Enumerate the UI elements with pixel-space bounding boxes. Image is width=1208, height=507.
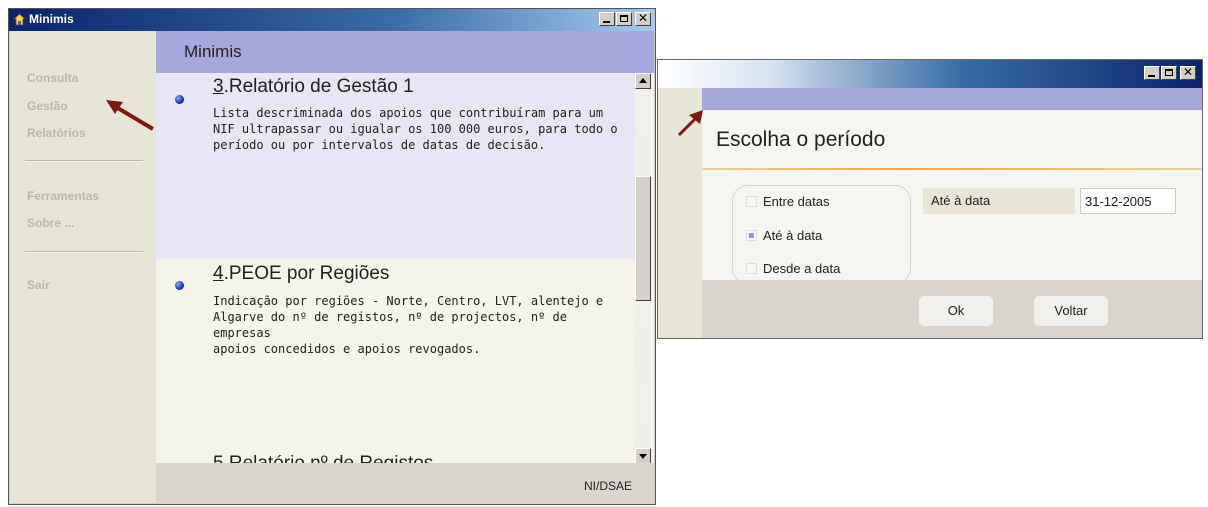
date-field-label: Até à data [923,188,1075,214]
maximize-button[interactable] [616,12,632,26]
report-item[interactable]: 3.Relatório de Gestão 1 Lista descrimina… [156,73,635,259]
period-dialog: ✕ Escolha o período Entre datas Até à da… [657,59,1203,339]
dialog-header-strip [702,88,1202,110]
annotation-arrow-icon [677,110,703,137]
sidebar-item-sobre[interactable]: Sobre ... [27,216,74,230]
report-item[interactable]: 4.PEOE por Regiões Indicação por regiões… [156,259,635,439]
report-item[interactable]: 5 Relatório nº de Registos [156,439,635,464]
close-button[interactable]: ✕ [1180,65,1196,80]
dialog-title: Escolha o período [716,128,886,151]
maximize-icon [1165,69,1173,76]
period-option-group: Entre datas Até à data Desde a data [732,185,911,284]
dialog-panel: Escolha o período Entre datas Até à data… [702,110,1202,284]
report-title[interactable]: 4.PEOE por Regiões [213,263,389,285]
minimize-icon [1148,75,1155,77]
option-label: Desde a data [763,261,841,276]
minimize-button[interactable] [599,12,615,26]
sidebar-divider [25,251,143,253]
minimize-icon [603,21,610,23]
maximize-icon [620,15,628,22]
report-title[interactable]: 3.Relatório de Gestão 1 [213,76,414,98]
sidebar-item-sair[interactable]: Sair [27,278,50,292]
scroll-up-icon [639,78,647,83]
dialog-title-bar[interactable]: ✕ [658,60,1202,88]
main-window: Minimis ✕ Consulta Gestão Relatórios Fer… [8,8,656,505]
close-icon: ✕ [637,11,649,25]
option-entre-datas[interactable]: Entre datas [746,194,830,209]
sidebar-divider [25,160,143,162]
option-label: Até à data [763,228,823,243]
scroll-up-button[interactable] [635,73,651,89]
dialog-window-controls: ✕ [1144,65,1196,80]
option-ate-a-data[interactable]: Até à data [746,228,822,243]
close-button[interactable]: ✕ [635,11,651,26]
option-label: Entre datas [763,194,830,209]
scroll-down-button[interactable] [635,448,651,464]
content-area: Minimis 3.Relatório de Gestão 1 Lista de… [156,31,654,503]
bullet-icon [175,281,184,290]
radio-box [746,196,757,207]
report-description: Lista descriminada dos apoios que contri… [213,106,618,152]
option-desde-a-data[interactable]: Desde a data [746,261,840,276]
status-text: NI/DSAE [583,479,632,493]
content-title: Minimis [184,42,242,61]
report-description: Indicação por regiões - Norte, Centro, L… [213,294,604,356]
dialog-footer: Ok Voltar [702,280,1202,338]
window-controls: ✕ [599,11,651,26]
back-button[interactable]: Voltar [1033,295,1109,327]
status-bar: NI/DSAE [156,463,654,503]
scroll-down-icon [639,454,647,459]
bullet-icon [175,95,184,104]
report-number: 4 [213,263,224,284]
close-icon: ✕ [1182,65,1194,79]
ok-button[interactable]: Ok [918,295,994,327]
app-icon [13,13,26,26]
radio-box [746,263,757,274]
report-title-text: .Relatório de Gestão 1 [223,76,414,97]
date-input[interactable] [1080,188,1176,214]
radio-box [746,230,757,241]
title-divider [702,168,1202,170]
sidebar-item-consulta[interactable]: Consulta [27,71,78,85]
vertical-scrollbar[interactable] [635,73,651,464]
sidebar-item-gestao[interactable]: Gestão [27,99,68,113]
title-bar[interactable]: Minimis ✕ [9,9,655,31]
window-title: Minimis [29,12,74,26]
sidebar-item-relatorios[interactable]: Relatórios [27,126,86,140]
report-list: 3.Relatório de Gestão 1 Lista descrimina… [156,73,635,464]
scroll-thumb[interactable] [635,176,651,301]
report-title-text: .PEOE por Regiões [223,263,390,284]
content-header: Minimis [156,31,654,73]
annotation-arrow-icon [106,100,155,131]
minimize-button[interactable] [1144,66,1160,80]
report-number: 3 [213,76,224,97]
maximize-button[interactable] [1161,66,1177,80]
sidebar-item-ferramentas[interactable]: Ferramentas [27,189,99,203]
